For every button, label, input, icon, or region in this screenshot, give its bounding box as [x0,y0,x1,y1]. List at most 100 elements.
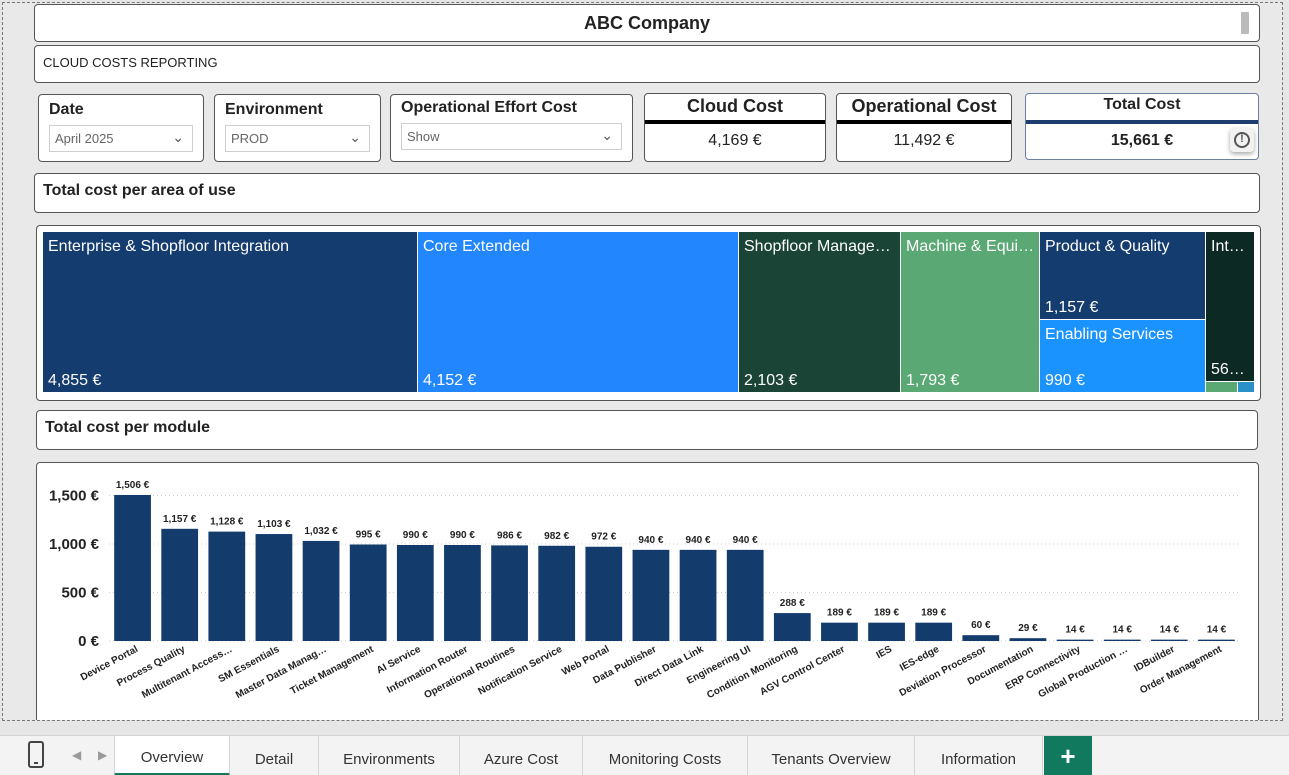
x-tick-label: Notification Service [477,644,565,698]
x-tick-label: Condition Monitoring [705,644,799,701]
tab-information[interactable]: Information [915,736,1043,775]
treemap-tile[interactable]: Product & Quality 1,157 € [1040,232,1205,319]
data-label: 14 € [1160,625,1180,636]
data-label: 982 € [544,531,569,542]
bar[interactable] [1198,639,1235,641]
treemap-tile[interactable]: Machine & Equi… 1,793 € [901,232,1039,392]
x-tick-label: Deviation Processor [898,644,989,699]
module-section-title: Total cost per module [45,419,211,436]
module-section-header: Total cost per module [36,410,1258,450]
bar[interactable] [161,528,199,641]
bar[interactable] [773,613,811,641]
treemap-tile-label: Int… [1211,238,1245,255]
tab-azure-cost[interactable]: Azure Cost [460,736,583,775]
treemap-tile-value: 56… [1211,361,1245,378]
bar[interactable] [1103,639,1141,641]
operational-cost-value: 11,492 € [893,132,955,149]
chevron-down-icon: ⌄ [172,129,184,145]
add-page-button[interactable]: + [1044,736,1092,775]
data-label: 1,032 € [304,526,338,537]
bar[interactable] [821,622,858,641]
area-treemap: Enterprise & Shopfloor Integration 4,855… [36,225,1261,401]
total-cost-value: 15,661 € [1110,132,1174,149]
bar[interactable] [726,549,764,641]
environment-dropdown-value: PROD [231,131,269,146]
treemap-tile-value: 1,157 € [1045,299,1099,316]
treemap-tile-label: Enabling Services [1045,326,1174,343]
bar[interactable] [349,544,387,641]
operational-cost-card: Operational Cost 11,492 € [836,93,1012,162]
x-tick-label: Ticket Management [289,644,377,698]
data-label: 1,157 € [163,514,197,525]
environment-dropdown[interactable]: PROD ⌄ [225,125,370,152]
total-cost-card: Total Cost 15,661 € ! [1025,93,1259,160]
cloud-cost-value: 4,169 € [708,132,762,149]
bar[interactable] [1009,638,1047,641]
bar[interactable] [1056,639,1094,641]
chevron-down-icon: ⌄ [601,127,613,143]
treemap-tile-small[interactable] [1238,382,1254,392]
treemap-tile-value: 1,793 € [906,372,960,389]
plus-icon: + [1060,740,1076,771]
info-button[interactable]: ! [1230,128,1254,152]
treemap-tile[interactable]: Int… 56… [1206,232,1254,381]
bar[interactable] [538,545,576,641]
y-tick-label: 0 € [78,633,100,650]
tab-overview[interactable]: Overview [114,736,230,775]
bar[interactable] [1150,639,1188,641]
bar[interactable] [302,540,340,641]
operational-effort-slicer: Operational Effort Cost Show ⌄ [390,94,633,162]
area-section-header: Total cost per area of use [34,173,1260,213]
x-tick-label: Global Production … [1037,644,1130,700]
bar[interactable] [491,545,528,641]
bar[interactable] [255,534,293,641]
cloud-cost-card: Cloud Cost 4,169 € [644,93,826,162]
date-slicer: Date April 2025 ⌄ [38,94,204,162]
treemap-tile-small[interactable] [1206,382,1237,392]
data-label: 940 € [638,535,663,546]
data-label: 189 € [921,608,946,619]
data-label: 990 € [450,530,475,541]
bar[interactable] [114,494,151,641]
mobile-layout-icon[interactable] [28,741,44,768]
tab-monitoring-costs[interactable]: Monitoring Costs [583,736,748,775]
bar[interactable] [444,545,481,641]
bar[interactable] [396,545,434,641]
operational-effort-dropdown[interactable]: Show ⌄ [401,123,622,150]
data-label: 189 € [827,608,852,619]
data-label: 995 € [356,530,381,541]
bar[interactable] [915,622,953,641]
x-tick-label: IES [875,644,895,661]
treemap-tile[interactable]: Shopfloor Manage… 2,103 € [739,232,900,392]
treemap-tile-value: 990 € [1045,372,1086,389]
date-dropdown[interactable]: April 2025 ⌄ [49,125,193,152]
bar[interactable] [585,546,623,641]
operational-effort-dropdown-value: Show [407,129,440,144]
treemap-tile-value: 2,103 € [744,372,798,389]
tab-tenants-overview[interactable]: Tenants Overview [748,736,915,775]
bar[interactable] [208,531,246,641]
module-chart-svg: 0 €500 €1,000 €1,500 €1,506 €Device Port… [49,480,1240,701]
treemap-tile[interactable]: Enabling Services 990 € [1040,320,1205,392]
treemap-tile[interactable]: Core Extended 4,152 € [418,232,738,392]
data-label: 940 € [733,535,758,546]
bar[interactable] [679,549,717,641]
treemap-tile-label: Shopfloor Manage… [744,238,891,255]
y-tick-label: 1,500 € [49,488,100,505]
data-label: 1,128 € [210,517,244,528]
tab-detail[interactable]: Detail [230,736,319,775]
treemap-tile-label: Product & Quality [1045,238,1170,255]
area-section-title: Total cost per area of use [43,182,236,199]
scrollbar-thumb[interactable] [1241,12,1249,34]
chevron-right-icon[interactable]: ▶ [98,748,107,762]
report-title: ABC Company [583,12,710,33]
bar[interactable] [632,549,670,641]
environment-slicer-label: Environment [225,101,323,118]
tab-environments[interactable]: Environments [319,736,460,775]
data-label: 940 € [686,535,711,546]
bar[interactable] [962,635,1000,641]
treemap-tile[interactable]: Enterprise & Shopfloor Integration 4,855… [43,232,417,392]
cloud-cost-title: Cloud Cost [687,96,783,116]
bar[interactable] [868,622,905,641]
chevron-left-icon[interactable]: ◀ [72,748,81,762]
